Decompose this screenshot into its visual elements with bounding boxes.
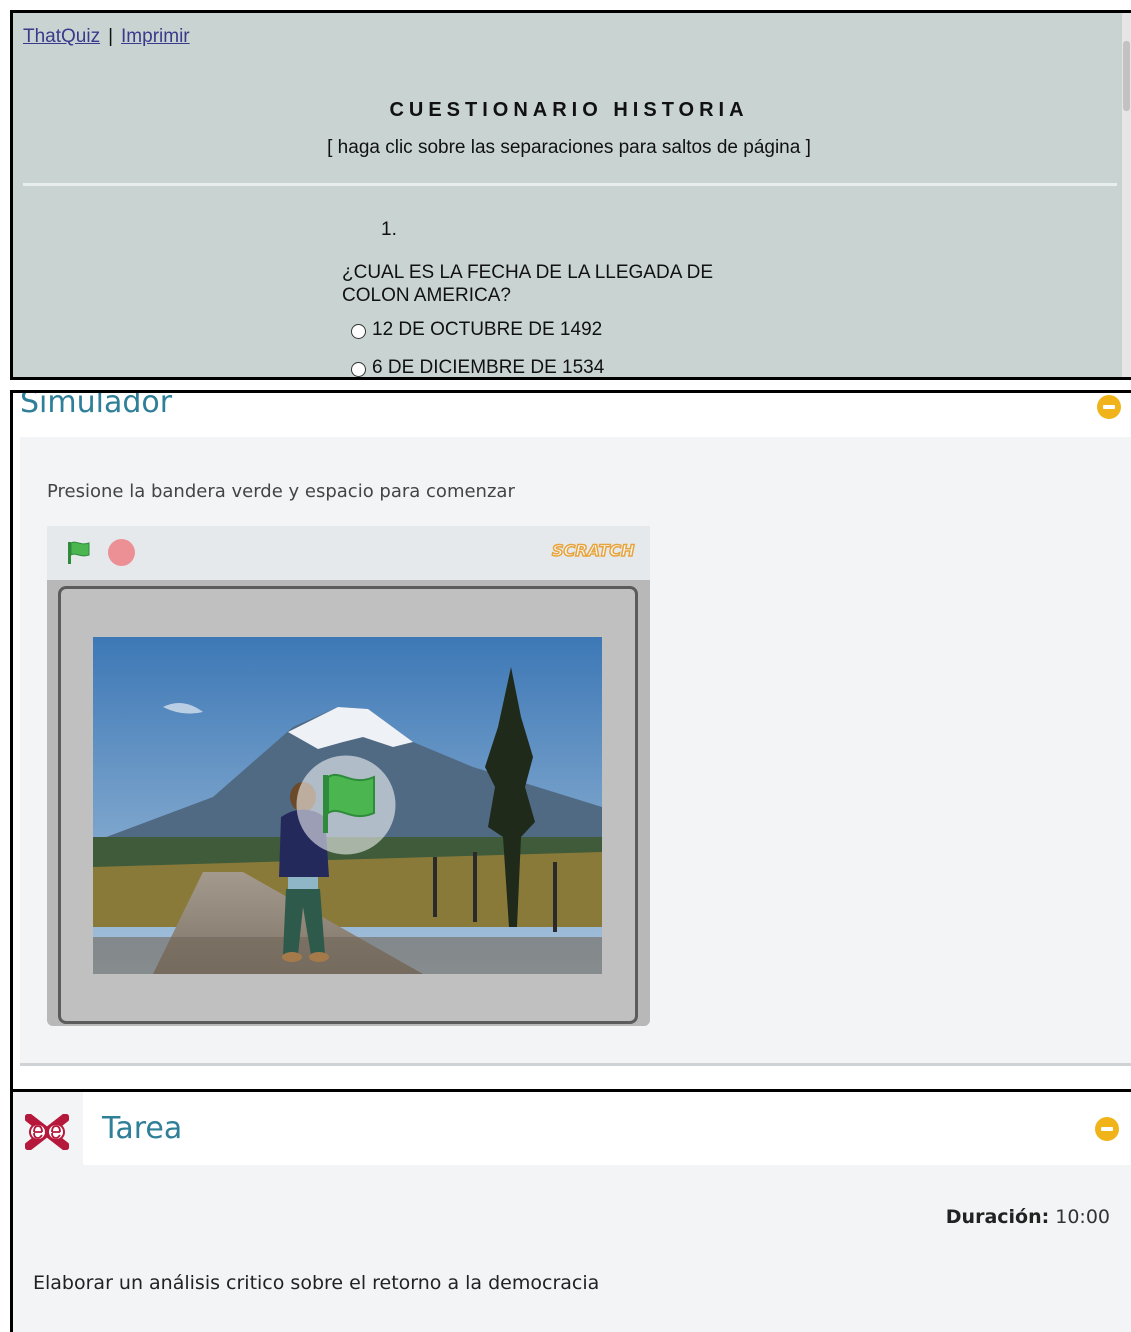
- radio-button[interactable]: [351, 362, 366, 377]
- thatquiz-link[interactable]: ThatQuiz: [23, 26, 100, 47]
- stage-scene-image[interactable]: [93, 637, 602, 974]
- green-flag-icon[interactable]: [65, 540, 93, 571]
- simulator-collapse-button[interactable]: [1097, 395, 1121, 419]
- link-separator: |: [108, 26, 114, 47]
- question-text: ¿CUAL ES LA FECHA DE LA LLEGADA DE COLON…: [342, 262, 714, 306]
- print-link[interactable]: Imprimir: [121, 26, 190, 47]
- answer-option-1[interactable]: 12 DE OCTUBRE DE 1492: [351, 319, 602, 341]
- quiz-top-links: ThatQuiz | Imprimir: [23, 26, 190, 48]
- simulator-instruction: Presione la bandera verde y espacio para…: [47, 481, 515, 502]
- exe-logo-icon: [24, 1113, 70, 1155]
- scratch-logo: SCRATCH: [551, 540, 635, 561]
- page-break-separator[interactable]: [23, 183, 1117, 186]
- scratch-player: SCRATCH: [47, 526, 650, 1026]
- scrollbar-thumb[interactable]: [1123, 41, 1130, 111]
- minus-circle-icon[interactable]: [1095, 1117, 1119, 1141]
- duration-value: 10:00: [1055, 1206, 1110, 1228]
- answer-option-label: 12 DE OCTUBRE DE 1492: [372, 319, 603, 340]
- page-break-hint: [ haga clic sobre las separaciones para …: [327, 137, 811, 158]
- minus-circle-icon[interactable]: [1097, 395, 1121, 419]
- radio-button[interactable]: [351, 324, 366, 339]
- quiz-panel: ThatQuiz | Imprimir CUESTIONARIO HISTORIA …: [10, 10, 1131, 380]
- simulator-panel: Simulador Presione la bandera verde y es…: [10, 390, 1131, 1092]
- task-duration: Duración: 10:00: [946, 1206, 1110, 1228]
- quiz-title: CUESTIONARIO HISTORIA: [389, 99, 749, 121]
- simulator-title: Simulador: [20, 390, 173, 420]
- simulator-body: Presione la bandera verde y espacio para…: [20, 437, 1131, 1066]
- stop-icon[interactable]: [108, 539, 135, 566]
- task-header-icon-area: [13, 1092, 83, 1165]
- task-description: Elaborar un análisis critico sobre el re…: [33, 1272, 600, 1294]
- task-title: Tarea: [102, 1111, 183, 1146]
- stage-frame: [47, 580, 650, 1026]
- answer-option-2[interactable]: 6 DE DICIEMBRE DE 1534: [351, 357, 605, 378]
- duration-label: Duración:: [945, 1206, 1050, 1228]
- player-controls: SCRATCH: [47, 526, 650, 580]
- vertical-scrollbar[interactable]: [1122, 13, 1131, 377]
- task-header: Tarea: [13, 1092, 1131, 1165]
- question-number: 1.: [381, 219, 397, 240]
- task-collapse-button[interactable]: [1095, 1117, 1119, 1141]
- stage[interactable]: [58, 586, 638, 1024]
- task-panel: Tarea Duración: 10:00 Elaborar un análisi…: [10, 1092, 1131, 1332]
- answer-option-label: 6 DE DICIEMBRE DE 1534: [372, 357, 605, 378]
